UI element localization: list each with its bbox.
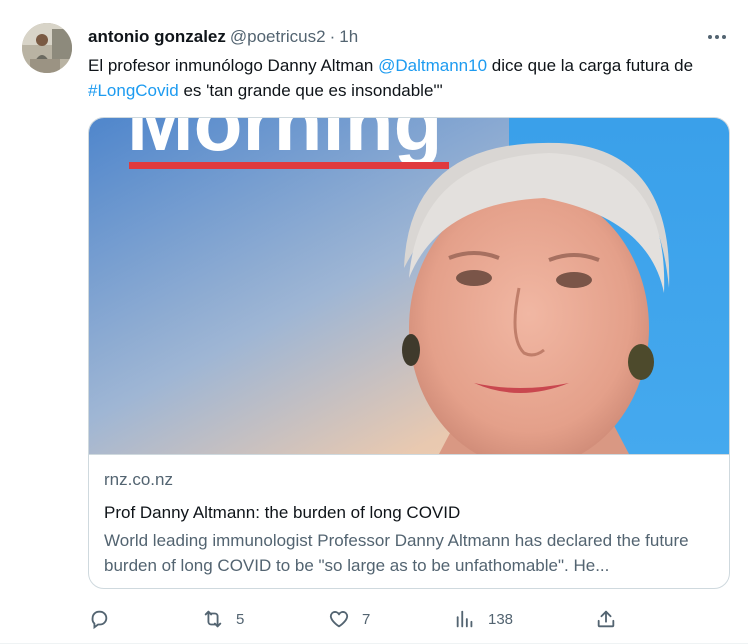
tweet[interactable]: antonio gonzalez @poetricus2 · 1h El profes… bbox=[0, 0, 748, 644]
heart-icon bbox=[328, 608, 350, 630]
card-image[interactable]: Morning bbox=[89, 118, 729, 454]
link-card[interactable]: Morning rnz.co.nz Prof Danny Altmann: th… bbox=[88, 117, 730, 589]
share-button[interactable] bbox=[595, 605, 617, 633]
tweet-text: El profesor inmunólogo Danny Altman @Dal… bbox=[88, 53, 728, 103]
retweet-count: 5 bbox=[236, 610, 245, 628]
views-button[interactable]: 138 bbox=[454, 605, 513, 633]
card-image-overlay-text: Morning bbox=[127, 118, 442, 167]
card-title: Prof Danny Altmann: the burden of long C… bbox=[104, 503, 461, 522]
tweet-actions: 5 7 138 bbox=[88, 605, 728, 633]
avatar[interactable] bbox=[22, 23, 72, 73]
retweet-icon bbox=[202, 608, 224, 630]
author-handle[interactable]: @poetricus2 bbox=[230, 27, 326, 46]
tweet-header: antonio gonzalez @poetricus2 · 1h bbox=[88, 26, 358, 48]
like-button[interactable]: 7 bbox=[328, 605, 370, 633]
tweet-timestamp[interactable]: 1h bbox=[339, 27, 358, 46]
reply-button[interactable] bbox=[88, 605, 110, 633]
more-options-icon[interactable] bbox=[706, 26, 728, 48]
tweet-text-part2: dice que la carga futura de bbox=[487, 56, 694, 75]
card-description: World leading immunologist Professor Dan… bbox=[104, 531, 689, 575]
mention-link[interactable]: @Daltmann10 bbox=[378, 56, 487, 75]
views-count: 138 bbox=[488, 610, 514, 628]
views-icon bbox=[454, 608, 476, 630]
author-display-name[interactable]: antonio gonzalez bbox=[88, 27, 226, 46]
retweet-button[interactable]: 5 bbox=[202, 605, 244, 633]
hashtag-link[interactable]: #LongCovid bbox=[88, 81, 179, 100]
like-count: 7 bbox=[362, 610, 371, 628]
card-body[interactable]: rnz.co.nz Prof Danny Altmann: the burden… bbox=[89, 454, 729, 578]
tweet-text-part3: es 'tan grande que es insondable'" bbox=[178, 81, 443, 100]
share-icon bbox=[595, 608, 617, 630]
card-domain: rnz.co.nz bbox=[104, 470, 173, 489]
reply-icon bbox=[88, 608, 110, 630]
tweet-text-part1: El profesor inmunólogo Danny Altman bbox=[88, 56, 379, 75]
separator-dot: · bbox=[329, 27, 336, 46]
